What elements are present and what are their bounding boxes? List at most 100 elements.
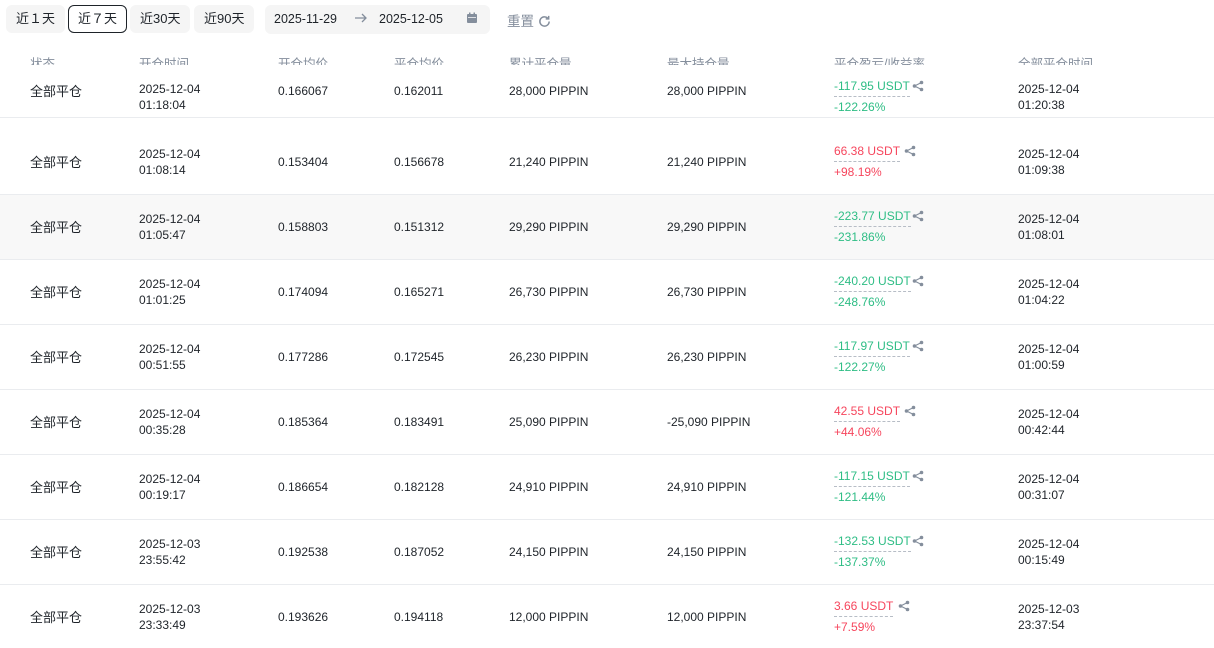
open-time: 2025-12-04 00:35:28 (139, 407, 201, 437)
status-text: 全部平仓 (30, 155, 83, 170)
pnl-cell: 42.55 USDT +44.06% (834, 403, 901, 440)
table-row[interactable]: 全部平仓 2025-12-04 00:19:17 0.186654 0.182128 24… (0, 455, 1214, 520)
pnl-amount[interactable]: -240.20 USDT (834, 273, 911, 292)
share-icon[interactable] (904, 145, 916, 157)
pnl-cell: -240.20 USDT -248.76% (834, 273, 911, 310)
cum-close-qty: 28,000 PIPPIN (509, 84, 589, 98)
pnl-amount[interactable]: -117.97 USDT (834, 338, 910, 357)
pnl-amount[interactable]: -117.95 USDT (834, 78, 910, 97)
table-row[interactable]: 全部平仓 2025-12-04 01:18:04 0.166067 0.162011 28… (0, 65, 1214, 118)
table-row[interactable]: 全部平仓 2025-12-04 01:05:47 0.158803 0.151312 29… (0, 195, 1214, 260)
reset-label: 重置 (507, 14, 534, 29)
range-1d-button[interactable]: 近１天 (6, 5, 66, 33)
date-range-picker[interactable]: 2025-11-29 2025-12-05 (265, 5, 490, 34)
close-all-time: 2025-12-04 01:00:59 (1018, 342, 1080, 372)
status-text: 全部平仓 (30, 220, 83, 235)
cum-close-qty: 24,150 PIPPIN (509, 545, 589, 559)
table-row[interactable]: 全部平仓 2025-12-04 00:35:28 0.185364 0.183491 25… (0, 390, 1214, 455)
share-icon[interactable] (912, 80, 924, 92)
open-time: 2025-12-04 00:19:17 (139, 472, 201, 502)
close-all-time: 2025-12-04 00:15:49 (1018, 537, 1080, 567)
close-all-time: 2025-12-03 23:37:54 (1018, 602, 1080, 632)
status-text: 全部平仓 (30, 350, 83, 365)
filter-toolbar: 近１天 近７天 近30天 近90天 2025-11-29 2025-12-05 … (0, 0, 1214, 38)
share-icon[interactable] (904, 405, 916, 417)
open-price: 0.174094 (278, 285, 329, 299)
roi-value: +98.19% (834, 165, 882, 179)
roi-value: -248.76% (834, 295, 886, 309)
table-row[interactable]: 全部平仓 2025-12-03 23:33:49 0.193626 0.194118 12… (0, 585, 1214, 648)
refresh-icon (539, 15, 550, 27)
status-text: 全部平仓 (30, 610, 83, 625)
max-position-qty: 28,000 PIPPIN (667, 84, 747, 98)
share-icon[interactable] (912, 340, 924, 352)
close-all-time: 2025-12-04 01:08:01 (1018, 212, 1080, 242)
table-row[interactable]: 全部平仓 2025-12-03 23:55:42 0.192538 0.187052 24… (0, 520, 1214, 585)
pnl-amount[interactable]: -117.15 USDT (834, 468, 910, 487)
open-time: 2025-12-04 00:51:55 (139, 342, 201, 372)
status-text: 全部平仓 (30, 545, 83, 560)
open-time: 2025-12-04 01:05:47 (139, 212, 201, 242)
cum-close-qty: 25,090 PIPPIN (509, 415, 589, 429)
max-position-qty: 24,150 PIPPIN (667, 545, 747, 559)
share-icon[interactable] (912, 275, 924, 287)
date-from[interactable]: 2025-11-29 (274, 12, 337, 26)
open-price: 0.177286 (278, 350, 329, 364)
date-to[interactable]: 2025-12-05 (379, 12, 443, 26)
range-30d-button[interactable]: 近30天 (130, 5, 191, 33)
max-position-qty: 29,290 PIPPIN (667, 220, 747, 234)
cum-close-qty: 21,240 PIPPIN (509, 155, 589, 169)
pnl-amount[interactable]: 42.55 USDT (834, 403, 901, 422)
share-icon[interactable] (912, 470, 924, 482)
close-price: 0.183491 (394, 415, 445, 429)
pnl-amount[interactable]: -223.77 USDT (834, 208, 911, 227)
max-position-qty: 24,910 PIPPIN (667, 480, 747, 494)
pnl-cell: 3.66 USDT +7.59% (834, 598, 894, 635)
pnl-cell: -117.97 USDT -122.27% (834, 338, 910, 375)
roi-value: -137.37% (834, 555, 886, 569)
close-price: 0.182128 (394, 480, 445, 494)
cum-close-qty: 26,730 PIPPIN (509, 285, 589, 299)
pnl-cell: -117.15 USDT -121.44% (834, 468, 910, 505)
table-row[interactable]: 全部平仓 2025-12-04 00:51:55 0.177286 0.172545 26… (0, 325, 1214, 390)
pnl-amount[interactable]: 66.38 USDT (834, 143, 901, 162)
open-time: 2025-12-03 23:33:49 (139, 602, 201, 632)
close-all-time: 2025-12-04 00:42:44 (1018, 407, 1080, 437)
max-position-qty: 26,230 PIPPIN (667, 350, 747, 364)
max-position-qty: 21,240 PIPPIN (667, 155, 747, 169)
roi-value: +7.59% (834, 620, 876, 634)
close-price: 0.162011 (394, 84, 444, 98)
open-price: 0.192538 (278, 545, 329, 559)
table-row[interactable]: 全部平仓 2025-12-04 01:08:14 0.153404 0.156678 21… (0, 130, 1214, 195)
share-icon[interactable] (912, 210, 924, 222)
pnl-amount[interactable]: 3.66 USDT (834, 598, 894, 617)
close-price: 0.187052 (394, 545, 445, 559)
open-price: 0.186654 (278, 480, 329, 494)
close-price: 0.165271 (394, 285, 445, 299)
pnl-cell: -117.95 USDT -122.26% (834, 78, 910, 115)
table-row[interactable]: 全部平仓 2025-12-04 01:01:25 0.174094 0.165271 26… (0, 260, 1214, 325)
share-icon[interactable] (912, 535, 924, 547)
calendar-icon[interactable] (466, 12, 478, 27)
roi-value: -231.86% (834, 230, 886, 244)
pnl-amount[interactable]: -132.53 USDT (834, 533, 911, 552)
status-text: 全部平仓 (30, 480, 83, 495)
range-90d-button[interactable]: 近90天 (194, 5, 255, 33)
close-price: 0.172545 (394, 350, 445, 364)
open-price: 0.153404 (278, 155, 329, 169)
cum-close-qty: 26,230 PIPPIN (509, 350, 589, 364)
pnl-cell: -132.53 USDT -137.37% (834, 533, 911, 570)
arrow-right-icon (354, 11, 368, 28)
cum-close-qty: 12,000 PIPPIN (509, 610, 589, 624)
close-price: 0.156678 (394, 155, 445, 169)
reset-button[interactable]: 重置 (507, 10, 551, 30)
open-time: 2025-12-04 01:18:04 (139, 82, 201, 112)
open-price: 0.158803 (278, 220, 329, 234)
close-all-time: 2025-12-04 01:20:38 (1018, 82, 1080, 112)
range-7d-button[interactable]: 近７天 (68, 5, 128, 33)
share-icon[interactable] (898, 600, 910, 612)
open-price: 0.193626 (278, 610, 329, 624)
open-time: 2025-12-04 01:01:25 (139, 277, 201, 307)
roi-value: +44.06% (834, 425, 882, 439)
open-price: 0.166067 (278, 84, 329, 98)
